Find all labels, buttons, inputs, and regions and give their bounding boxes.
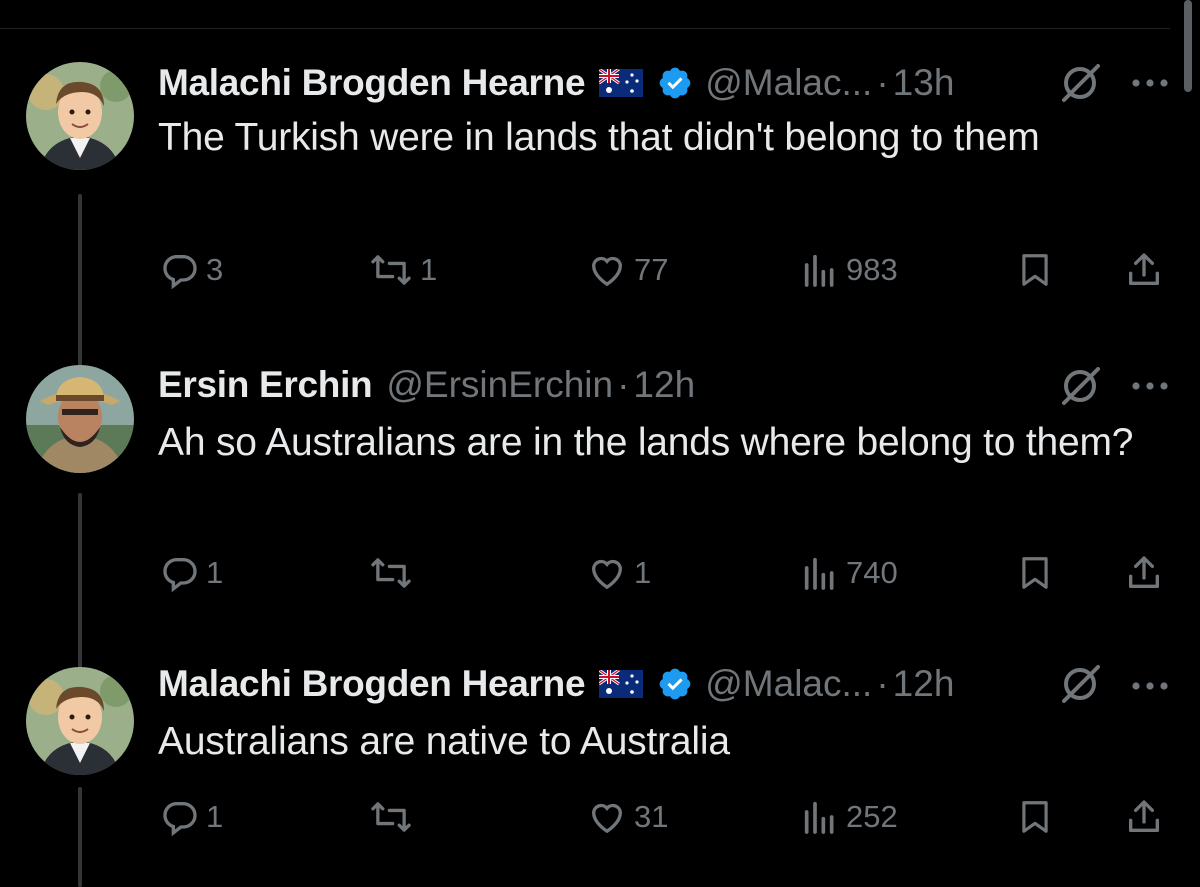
separator-dot: · bbox=[876, 62, 889, 103]
verified-badge-icon bbox=[657, 666, 693, 702]
reply-count: 1 bbox=[206, 799, 224, 834]
tweet-actions: 3 1 77 983 bbox=[0, 248, 1200, 292]
bookmark-icon bbox=[1022, 801, 1048, 833]
verified-badge-icon bbox=[657, 65, 693, 101]
like-count: 77 bbox=[634, 252, 669, 287]
share-icon bbox=[1129, 253, 1159, 285]
share-button[interactable] bbox=[1124, 795, 1164, 839]
like-button[interactable]: 1 bbox=[586, 551, 651, 595]
reply-button[interactable]: 3 bbox=[160, 248, 223, 292]
tweet-actions: 1 1 740 bbox=[0, 551, 1200, 595]
author-name[interactable]: Malachi Brogden Hearne bbox=[158, 663, 586, 705]
reply-button[interactable]: 1 bbox=[160, 795, 223, 839]
author-name[interactable]: Ersin Erchin bbox=[158, 364, 373, 406]
tweet-timestamp[interactable]: 12h bbox=[893, 663, 955, 705]
tweet-header: Ersin Erchin @ErsinErchin · 12h bbox=[158, 362, 1188, 408]
tweet-timestamp[interactable]: 13h bbox=[893, 62, 955, 104]
like-button[interactable]: 31 bbox=[586, 795, 668, 839]
like-count: 31 bbox=[634, 799, 669, 834]
views-button[interactable]: 740 bbox=[800, 551, 898, 595]
tweet-text: The Turkish were in lands that didn't be… bbox=[158, 116, 1040, 159]
share-button[interactable] bbox=[1124, 551, 1164, 595]
view-count: 740 bbox=[846, 555, 898, 590]
share-icon bbox=[1129, 556, 1159, 588]
tweet-timestamp[interactable]: 12h bbox=[633, 364, 695, 406]
avatar[interactable] bbox=[26, 667, 134, 775]
view-count: 983 bbox=[846, 252, 898, 287]
grok-icon[interactable] bbox=[1058, 365, 1104, 412]
more-options-icon[interactable] bbox=[1130, 679, 1170, 697]
like-count: 1 bbox=[634, 555, 652, 590]
views-button[interactable]: 252 bbox=[800, 795, 898, 839]
reply-button[interactable]: 1 bbox=[160, 551, 223, 595]
heart-icon bbox=[591, 559, 623, 590]
author-handle[interactable]: @Malac... bbox=[705, 663, 872, 705]
analytics-icon bbox=[804, 254, 834, 287]
bookmark-icon bbox=[1022, 557, 1048, 589]
bookmark-button[interactable] bbox=[1016, 551, 1054, 595]
repost-button[interactable] bbox=[368, 795, 420, 839]
tweet-text: Australians are native to Australia bbox=[158, 720, 730, 763]
share-icon bbox=[1129, 800, 1159, 832]
share-button[interactable] bbox=[1124, 248, 1164, 292]
reply-count: 3 bbox=[206, 252, 224, 287]
top-divider bbox=[0, 28, 1170, 29]
author-handle[interactable]: @ErsinErchin bbox=[386, 364, 613, 406]
separator-dot: · bbox=[617, 364, 630, 405]
separator-dot: · bbox=[876, 663, 889, 704]
author-handle[interactable]: @Malac... bbox=[705, 62, 872, 104]
avatar[interactable] bbox=[26, 365, 134, 473]
like-button[interactable]: 77 bbox=[586, 248, 668, 292]
tweet-actions: 1 31 252 bbox=[0, 795, 1200, 839]
repost-button[interactable] bbox=[368, 551, 420, 595]
repost-count: 1 bbox=[420, 252, 438, 287]
view-count: 252 bbox=[846, 799, 898, 834]
repost-button[interactable]: 1 bbox=[368, 248, 437, 292]
bookmark-button[interactable] bbox=[1016, 248, 1054, 292]
heart-icon bbox=[591, 803, 623, 834]
analytics-icon bbox=[804, 801, 834, 834]
tweet-text: Ah so Australians are in the lands where… bbox=[158, 421, 1134, 464]
views-button[interactable]: 983 bbox=[800, 248, 898, 292]
analytics-icon bbox=[804, 557, 834, 590]
more-options-icon[interactable] bbox=[1130, 379, 1170, 397]
bookmark-icon bbox=[1022, 254, 1048, 286]
reply-icon bbox=[163, 802, 197, 837]
australia-flag-icon bbox=[599, 69, 644, 97]
reply-icon bbox=[163, 558, 197, 593]
author-name[interactable]: Malachi Brogden Hearne bbox=[158, 62, 586, 104]
tweet-header: Malachi Brogden Hearne bbox=[158, 60, 1188, 106]
repost-icon bbox=[371, 558, 411, 588]
grok-icon[interactable] bbox=[1058, 62, 1104, 109]
heart-icon bbox=[591, 256, 623, 287]
bookmark-button[interactable] bbox=[1016, 795, 1054, 839]
grok-icon[interactable] bbox=[1058, 663, 1104, 710]
reply-icon bbox=[163, 255, 197, 290]
repost-icon bbox=[371, 255, 411, 285]
australia-flag-icon bbox=[599, 670, 644, 698]
tweet-header: Malachi Brogden Hearne bbox=[158, 661, 1188, 707]
avatar[interactable] bbox=[26, 62, 134, 170]
reply-count: 1 bbox=[206, 555, 224, 590]
more-options-icon[interactable] bbox=[1130, 76, 1170, 94]
repost-icon bbox=[371, 802, 411, 832]
